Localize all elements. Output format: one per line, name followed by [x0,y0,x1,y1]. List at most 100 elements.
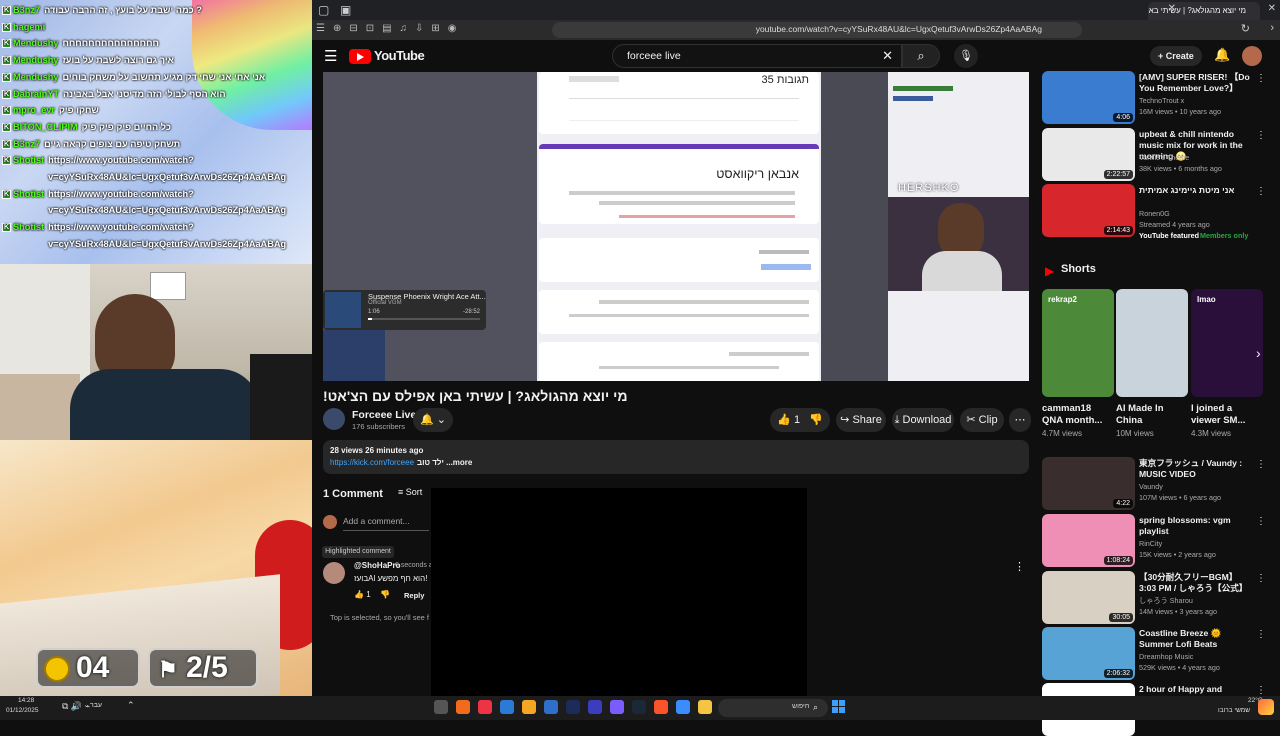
clip-button[interactable]: ✂ Clip [960,408,1004,432]
description-more[interactable]: ילד טוב ...more [417,458,472,467]
dislike-button[interactable]: 👎 [809,414,823,426]
forward-icon[interactable]: › [1270,22,1274,34]
form-responses: 35 תגובות [761,74,809,86]
short-title[interactable]: camman18 QNA month... [1042,403,1112,427]
more-options-icon[interactable]: ⋮ [1256,73,1266,84]
related-video-channel[interactable]: Dreamhop Music [1139,652,1193,661]
close-tab-icon[interactable]: ✕ [1168,3,1176,14]
taskbar-app-icon[interactable] [434,700,448,714]
account-avatar[interactable] [1242,46,1262,66]
more-actions-button[interactable]: ⋯ [1009,408,1031,432]
kick-badge-icon: K [2,22,11,32]
search-button[interactable]: ⌕ [902,44,940,68]
short-thumbnail[interactable]: rekrap2 [1042,289,1114,397]
like-button[interactable]: 👍 1 [777,414,800,426]
related-video-thumbnail[interactable]: 4:06 [1042,71,1135,124]
tray-expand-icon[interactable]: ⌃ [127,700,135,711]
related-video-channel[interactable]: TechnoTrout x [1139,96,1184,105]
youtube-logo-icon[interactable] [349,49,371,64]
related-video-channel[interactable]: しゃろう Sharou [1139,596,1193,606]
related-video-thumbnail[interactable]: 2:22:57 [1042,128,1135,181]
add-comment-input[interactable]: Add a comment... [343,516,410,526]
more-options-icon[interactable]: ⋮ [1256,459,1266,470]
more-options-icon[interactable]: ⋮ [1256,516,1266,527]
description-box[interactable]: 28 views 26 minutes ago https://kick.com… [323,440,1029,474]
more-options-icon[interactable]: ⋮ [1256,186,1266,197]
related-video-title[interactable]: [AMV] SUPER RISER! 【Do You Remember Love… [1139,72,1251,94]
related-video-title[interactable]: 東京フラッシュ / Vaundy : MUSIC VIDEO [1139,458,1251,480]
url-field[interactable]: youtube.com/watch?v=cyYSuRx48AU&lc=UgxQe… [552,22,1082,38]
shorts-next-icon[interactable]: › [1256,345,1261,361]
more-options-icon[interactable]: ⋮ [1256,573,1266,584]
related-video-channel[interactable]: Vaundy [1139,482,1163,491]
short-title[interactable]: AI Made In China [1116,403,1186,427]
youtube-logo-text[interactable]: YouTube [374,48,425,63]
related-video-title[interactable]: Coastline Breeze 🌞 Summer Lofi Beats [1139,628,1251,650]
taskbar-app-icon[interactable] [566,700,580,714]
taskbar-app-icon[interactable] [654,700,668,714]
related-video-thumbnail[interactable]: 2:14:43 [1042,184,1135,237]
comment-dislike-icon[interactable]: 👎 [380,590,390,599]
channel-avatar[interactable] [323,408,345,430]
sort-button[interactable]: ≡ Sort [398,487,422,497]
related-video-thumbnail[interactable]: 1:08:24 [1042,514,1135,567]
description-link[interactable]: https://kick.com/forceee [330,458,414,467]
share-button[interactable]: ↪ Share [836,408,886,432]
more-options-icon[interactable]: ⋮ [1256,685,1266,696]
create-button[interactable]: + Create [1150,46,1202,66]
taskbar-app-icon[interactable] [610,700,624,714]
taskbar-app-icon[interactable] [456,700,470,714]
video-player[interactable]: 35 תגובות אנבאן ריקוואסט HERSHKO Suspens… [323,72,1029,381]
notifications-bell-icon[interactable]: 🔔 [1214,47,1230,63]
comment-like-button[interactable]: 👍 1 [354,590,371,599]
taskbar-app-icon[interactable] [588,700,602,714]
featured-badge: YouTube featured [1139,231,1200,240]
related-video-title[interactable]: 【30分耐久フリーBGM】3:03 PM / しゃろう【公式】 [1139,572,1251,594]
window-close-icon[interactable]: ✕ [1268,3,1276,14]
taskbar-app-icon[interactable] [478,700,492,714]
search-input[interactable]: forceee live [627,50,681,62]
taskbar-search[interactable]: ⌕ חיפוש [718,699,828,717]
taskbar-app-icon[interactable] [698,700,712,714]
related-video-channel[interactable]: Vanille's Theme [1139,153,1189,162]
browser-menu-icon[interactable]: ▢ [318,3,329,17]
related-video-thumbnail[interactable]: 30:05 [1042,571,1135,624]
taskbar-app-icon[interactable] [632,700,646,714]
cam-label: HERSHKO [898,182,960,194]
subscribed-notifications-button[interactable]: 🔔 ⌄ [413,408,453,432]
comment-author[interactable]: @ShoHaPro [354,561,400,570]
commenter-avatar[interactable] [323,562,345,584]
related-video-title[interactable]: אני מיטת גיימינג אמיתית [1139,185,1251,196]
language-indicator[interactable]: עבר [90,702,102,709]
search-box[interactable]: forceee live ✕ [612,44,902,68]
clear-search-icon[interactable]: ✕ [882,48,893,64]
short-title[interactable]: I joined a viewer SM... [1191,403,1261,427]
voice-search-button[interactable]: 🎙 [954,44,978,68]
related-video-thumbnail[interactable]: 4:22 [1042,457,1135,510]
channel-name[interactable]: Forceee Live [352,409,416,421]
short-thumbnail[interactable] [1116,289,1188,397]
taskbar-app-icon[interactable] [522,700,536,714]
hamburger-menu-icon[interactable]: ☰ [324,47,337,65]
active-tab[interactable]: מי יוצא מהגולאג? | עשיתי באן אפילס עם הצ… [1148,2,1260,20]
weather-icon[interactable] [1258,699,1274,715]
related-video-channel[interactable]: Ronen0G [1139,209,1170,218]
download-button[interactable]: ⤓ Download [892,408,954,432]
refresh-icon[interactable]: ↻ [1241,22,1250,35]
taskbar-app-icon[interactable] [676,700,690,714]
related-video-title[interactable]: spring blossoms: vgm playlist [1139,515,1251,537]
windows-start-icon[interactable] [832,700,846,714]
more-options-icon[interactable]: ⋮ [1256,629,1266,640]
more-options-icon[interactable]: ⋮ [1256,130,1266,141]
toolbar-icons[interactable]: ☰⊕⊟⊡▤♫⇩⊞◉ [316,23,465,34]
taskbar-app-icon[interactable] [500,700,514,714]
tab-overview-icon[interactable]: ▣ [340,3,351,17]
chat-text: איך גם רוצה לשבת על בועז [62,55,174,66]
comment-more-icon[interactable]: ⋮ [1014,560,1025,573]
related-video-channel[interactable]: RinCity [1139,539,1162,548]
taskbar-app-icon[interactable] [544,700,558,714]
comment-reply-button[interactable]: Reply [404,591,424,600]
tray-icons[interactable]: ⧉ 🔊 ⌁ [62,701,90,712]
related-video-thumbnail[interactable]: 2:06:32 [1042,627,1135,680]
short-thumbnail[interactable]: Imao [1191,289,1263,397]
